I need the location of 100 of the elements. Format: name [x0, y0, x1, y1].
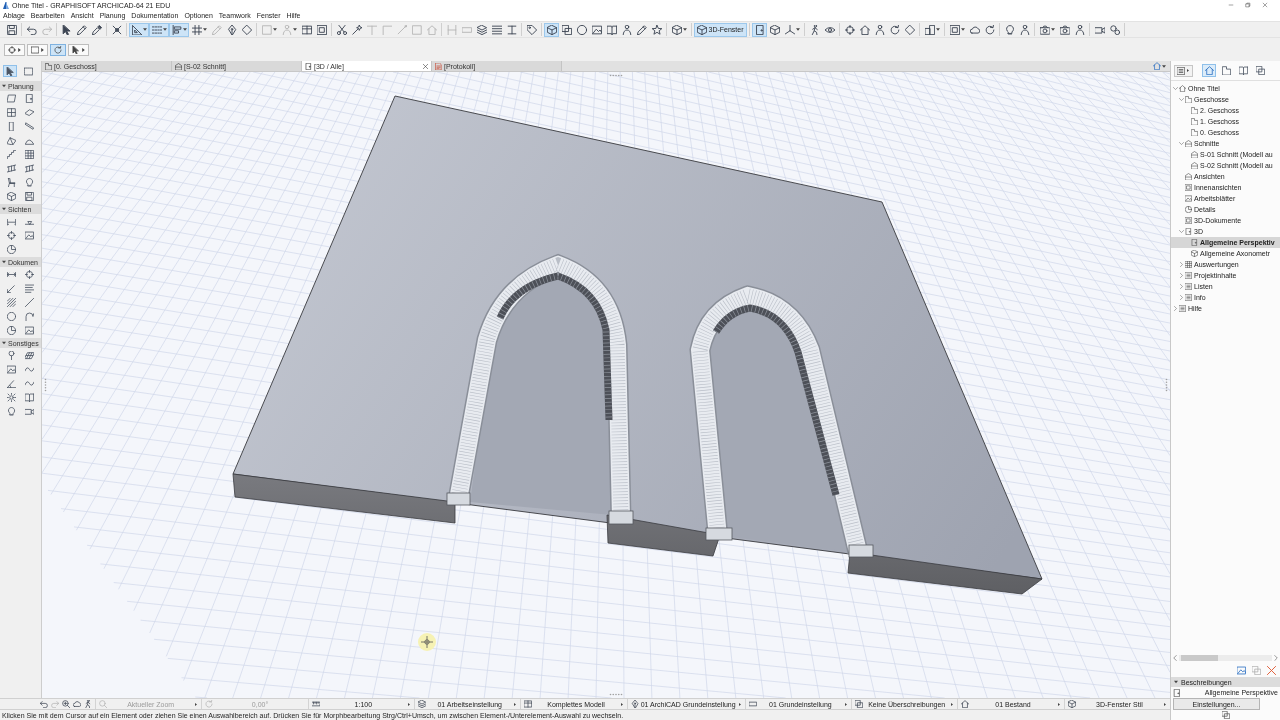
toolbar-button[interactable]	[574, 22, 589, 37]
tool-button[interactable]	[4, 324, 19, 336]
arrow-icon	[7, 283, 16, 293]
chevron-right-icon[interactable]	[1179, 284, 1184, 289]
grip-handle-icon[interactable]	[1165, 378, 1168, 392]
toolbar-button[interactable]	[559, 22, 574, 37]
tool-button[interactable]	[4, 229, 19, 241]
tool-button[interactable]	[4, 310, 19, 322]
delete-icon[interactable]	[1267, 665, 1276, 675]
marquee-icon	[23, 66, 33, 76]
toolbar-button[interactable]	[649, 22, 664, 37]
person-icon	[874, 24, 885, 35]
tool-button[interactable]	[4, 134, 19, 146]
undo-arrow-icon[interactable]	[40, 700, 48, 708]
tool-button[interactable]	[3, 65, 17, 77]
tool-button[interactable]	[4, 148, 19, 160]
cube-icon	[1191, 250, 1198, 257]
chevron-right-icon[interactable]	[1173, 306, 1178, 311]
toolbar-button[interactable]	[68, 44, 89, 56]
toolbar-button[interactable]	[474, 22, 489, 37]
door-icon	[305, 62, 312, 70]
toolbar-button[interactable]	[189, 22, 209, 37]
close-icon[interactable]	[1262, 2, 1268, 8]
target-icon	[7, 230, 16, 240]
grip-handle-icon[interactable]	[609, 693, 623, 696]
navigator-tab[interactable]	[1219, 64, 1233, 77]
chevron-down-icon[interactable]	[1179, 229, 1184, 234]
tool-button[interactable]	[22, 120, 37, 132]
toolbar-button[interactable]	[4, 44, 25, 56]
tool-button[interactable]	[22, 324, 37, 336]
tool-button[interactable]	[22, 162, 37, 174]
tool-button[interactable]	[4, 190, 19, 202]
horizontal-scrollbar[interactable]	[1179, 655, 1272, 661]
tool-button[interactable]	[22, 310, 37, 322]
chevron-down-icon[interactable]	[1173, 86, 1178, 91]
toolbar-button[interactable]	[782, 22, 802, 37]
zoom-in-icon[interactable]	[62, 700, 70, 708]
toolbar-button[interactable]	[857, 22, 872, 37]
tool-button[interactable]	[4, 377, 19, 389]
tool-button[interactable]	[4, 92, 19, 104]
grip-handle-icon[interactable]	[609, 74, 623, 77]
tool-button[interactable]	[4, 106, 19, 118]
toolbar-button[interactable]	[544, 22, 559, 37]
chevron-right-icon[interactable]	[1179, 295, 1184, 300]
house-icon[interactable]	[1153, 62, 1161, 70]
corner-icon	[381, 24, 392, 35]
toolbar-button[interactable]	[349, 22, 364, 37]
chevron-right-icon[interactable]	[1179, 262, 1184, 267]
toolbar-button[interactable]	[4, 22, 19, 37]
tool-button[interactable]	[22, 148, 37, 160]
tool-button[interactable]	[4, 391, 19, 403]
squares-icon[interactable]	[1221, 711, 1230, 719]
toolbar-button[interactable]	[842, 22, 857, 37]
navigator-tab[interactable]	[1253, 64, 1267, 77]
tool-button[interactable]	[21, 65, 35, 77]
railing-icon	[25, 163, 34, 173]
toolbar-button[interactable]	[74, 22, 89, 37]
tool-button[interactable]	[22, 391, 37, 403]
cloud-icon[interactable]	[73, 700, 81, 708]
caret-down-icon[interactable]	[1162, 64, 1166, 68]
scrollbar-thumb[interactable]	[1181, 655, 1219, 661]
toolbar-button[interactable]	[129, 22, 149, 37]
tool-button[interactable]	[4, 363, 19, 375]
tool-button[interactable]	[22, 268, 37, 280]
book-icon	[606, 24, 617, 35]
tool-button[interactable]	[4, 243, 19, 255]
tool-button[interactable]	[4, 296, 19, 308]
tool-button[interactable]	[22, 349, 37, 361]
navigator-menu-button[interactable]	[1174, 64, 1193, 77]
toolbar-button[interactable]	[89, 22, 104, 37]
chevron-down-icon[interactable]	[1179, 141, 1184, 146]
chevron-right-icon[interactable]	[1179, 273, 1184, 278]
3d-viewport[interactable]	[42, 72, 1170, 698]
picture-icon[interactable]	[1237, 665, 1246, 675]
close-icon[interactable]	[423, 63, 428, 69]
toolbar-button[interactable]	[922, 22, 942, 37]
cube-icon	[696, 24, 707, 35]
tool-button[interactable]	[22, 229, 37, 241]
walker-icon[interactable]	[84, 700, 92, 708]
toolbar-button[interactable]	[524, 22, 539, 37]
toolbar-button[interactable]	[1107, 22, 1122, 37]
tool-button[interactable]	[22, 106, 37, 118]
toolbar-button[interactable]	[947, 22, 967, 37]
toolbar-button[interactable]	[314, 22, 329, 37]
toolbar-button[interactable]	[334, 22, 349, 37]
toolbar-button[interactable]	[27, 44, 48, 56]
tool-button[interactable]	[22, 190, 37, 202]
navigator-tab[interactable]	[1202, 64, 1216, 77]
restore-icon[interactable]	[1245, 2, 1251, 8]
tool-button[interactable]	[4, 162, 19, 174]
grip-handle-icon[interactable]	[44, 378, 47, 392]
tool-button[interactable]	[22, 296, 37, 308]
navigator-tab[interactable]	[1236, 64, 1250, 77]
tool-button[interactable]	[22, 282, 37, 294]
toolbar-button[interactable]	[669, 22, 689, 37]
toolbar-button[interactable]	[634, 22, 649, 37]
toolbar-button[interactable]	[169, 22, 189, 37]
toolbar-button[interactable]	[752, 22, 767, 37]
toolbar-button[interactable]	[767, 22, 782, 37]
chevron-down-icon[interactable]	[1179, 97, 1184, 102]
